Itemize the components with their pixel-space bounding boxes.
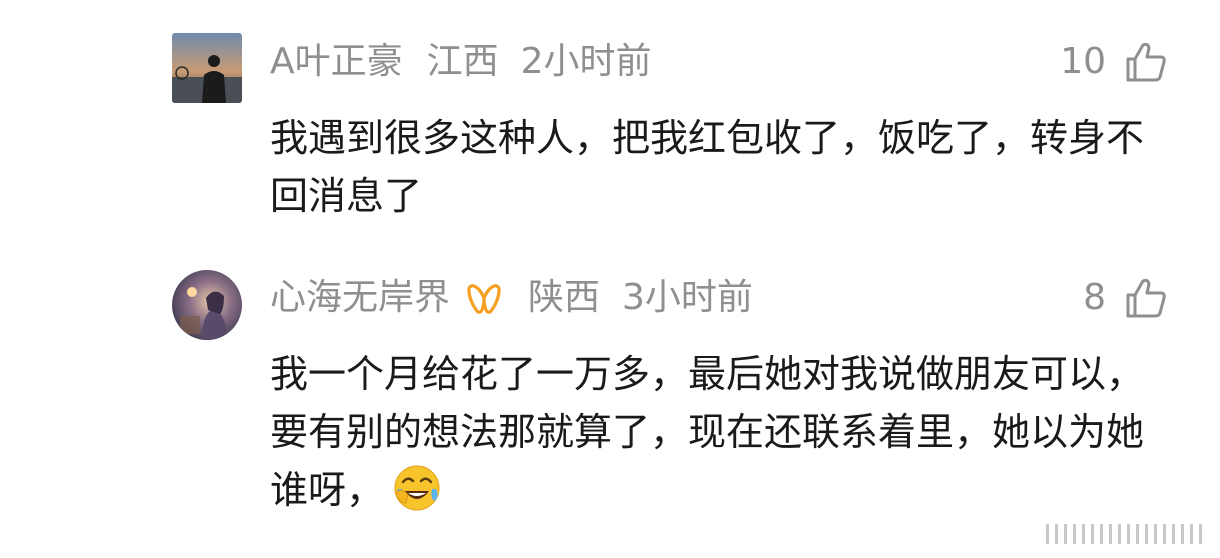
avatar[interactable] <box>172 270 242 340</box>
like-button[interactable]: 8 <box>1083 273 1168 323</box>
thumbs-up-icon <box>1126 278 1166 318</box>
watermark-lines <box>1046 524 1202 544</box>
comment-meta: A叶正豪 江西 2小时前 <box>270 37 652 87</box>
comment-text: 我一个月给花了一万多，最后她对我说做朋友可以，要有别的想法那就算了，现在还联系着… <box>270 345 1180 519</box>
like-count: 10 <box>1060 41 1106 82</box>
avatar[interactable] <box>172 33 242 103</box>
like-count: 8 <box>1083 277 1106 318</box>
location: 陕西 <box>528 277 601 318</box>
like-button[interactable]: 10 <box>1060 37 1168 87</box>
crying-laughing-emoji-icon <box>394 465 440 511</box>
timestamp: 3小时前 <box>622 277 753 318</box>
comment-text: 我遇到很多这种人，把我红包收了，饭吃了，转身不回消息了 <box>270 116 1145 218</box>
timestamp: 2小时前 <box>520 41 652 82</box>
username[interactable]: 心海无岸界 <box>270 273 450 323</box>
comment-meta: 心海无岸界 陕西 3小时前 <box>270 273 753 323</box>
location: 江西 <box>426 41 499 82</box>
thumbs-up-icon <box>1126 42 1166 82</box>
username[interactable]: A叶正豪 <box>270 37 403 87</box>
ribbon-badge-icon <box>467 284 501 314</box>
